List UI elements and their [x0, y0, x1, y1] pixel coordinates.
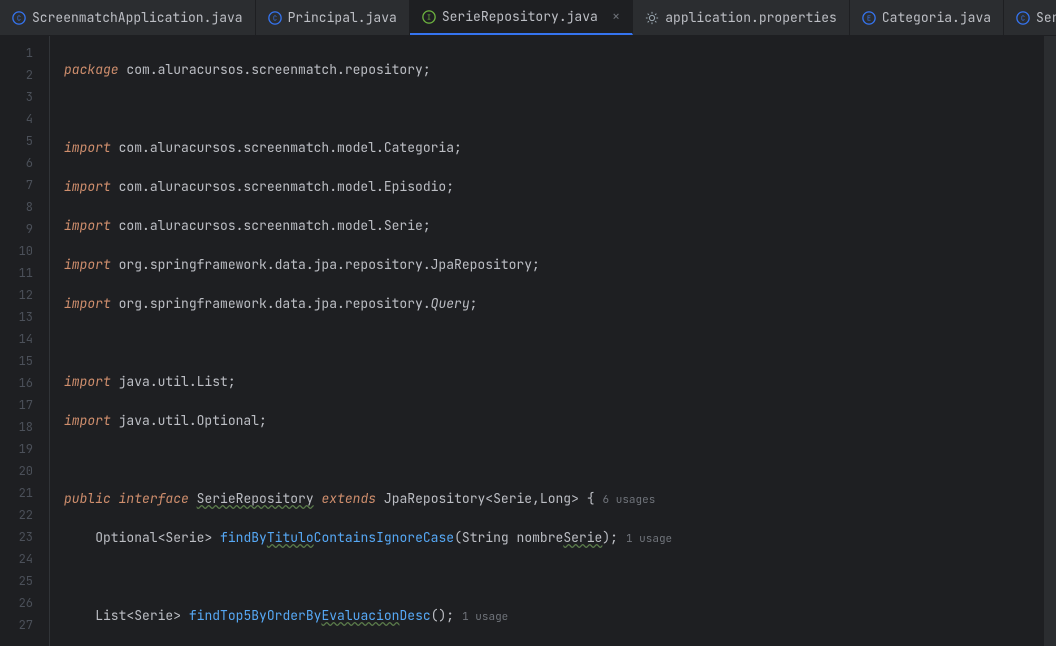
line-number[interactable]: 12 [0, 284, 49, 306]
line-number[interactable]: 16 [0, 372, 49, 394]
line-number[interactable]: 24 [0, 548, 49, 570]
tab-label: SerieRepository.java [442, 8, 598, 25]
line-number[interactable]: 19 [0, 438, 49, 460]
line-number[interactable]: 22 [0, 504, 49, 526]
tab-categoria[interactable]: E Categoria.java [850, 0, 1004, 35]
line-number[interactable]: 20 [0, 460, 49, 482]
tab-appprops[interactable]: application.properties [633, 0, 850, 35]
code-area[interactable]: package com.aluracursos.screenmatch.repo… [50, 36, 1056, 646]
usages-hint[interactable]: 1 usage [626, 532, 672, 546]
svg-text:C: C [17, 14, 21, 23]
svg-text:C: C [273, 14, 277, 23]
gutter: 1234567891011121314151617181920212223242… [0, 36, 50, 646]
tab-label: ScreenmatchApplication.java [32, 9, 243, 26]
tab-label: Serie.java [1036, 9, 1056, 26]
line-number[interactable]: 9 [0, 218, 49, 240]
line-number[interactable]: 14 [0, 328, 49, 350]
tab-screenmatch[interactable]: C ScreenmatchApplication.java [0, 0, 256, 35]
java-icon: E [862, 11, 876, 25]
tab-label: application.properties [665, 9, 837, 26]
line-number[interactable]: 2 [0, 64, 49, 86]
line-number[interactable]: 1 [0, 42, 49, 64]
line-number[interactable]: 27 [0, 614, 49, 636]
editor: 1234567891011121314151617181920212223242… [0, 36, 1056, 646]
line-number[interactable]: 6 [0, 152, 49, 174]
line-number[interactable]: 8 [0, 196, 49, 218]
line-number[interactable]: 26 [0, 592, 49, 614]
line-number[interactable]: 15 [0, 350, 49, 372]
line-number[interactable]: 10 [0, 240, 49, 262]
line-number[interactable]: 23 [0, 526, 49, 548]
line-number[interactable]: 7 [0, 174, 49, 196]
line-number[interactable]: 5 [0, 130, 49, 152]
java-icon: C [1016, 11, 1030, 25]
java-icon: C [268, 11, 282, 25]
line-number[interactable]: 21 [0, 482, 49, 504]
line-number[interactable]: 13 [0, 306, 49, 328]
tab-label: Principal.java [288, 9, 397, 26]
svg-text:C: C [1021, 14, 1025, 23]
spring-icon: I [422, 10, 436, 24]
tab-label: Categoria.java [882, 9, 991, 26]
tab-principal[interactable]: C Principal.java [256, 0, 410, 35]
close-icon[interactable]: × [612, 8, 620, 26]
java-icon: C [12, 11, 26, 25]
tab-serierepository[interactable]: I SerieRepository.java × [410, 0, 633, 35]
line-number[interactable]: 3 [0, 86, 49, 108]
usages-hint[interactable]: 6 usages [603, 493, 656, 507]
line-number[interactable]: 18 [0, 416, 49, 438]
line-number[interactable]: 4 [0, 108, 49, 130]
tab-bar: C ScreenmatchApplication.java C Principa… [0, 0, 1056, 36]
svg-text:E: E [867, 14, 871, 23]
line-number[interactable]: 17 [0, 394, 49, 416]
svg-text:I: I [427, 13, 431, 22]
usages-hint[interactable]: 1 usage [462, 610, 508, 624]
scrollbar[interactable] [1044, 36, 1056, 646]
line-number[interactable]: 25 [0, 570, 49, 592]
gear-icon [645, 11, 659, 25]
line-number[interactable]: 11 [0, 262, 49, 284]
tab-serie[interactable]: C Serie.java [1004, 0, 1056, 35]
